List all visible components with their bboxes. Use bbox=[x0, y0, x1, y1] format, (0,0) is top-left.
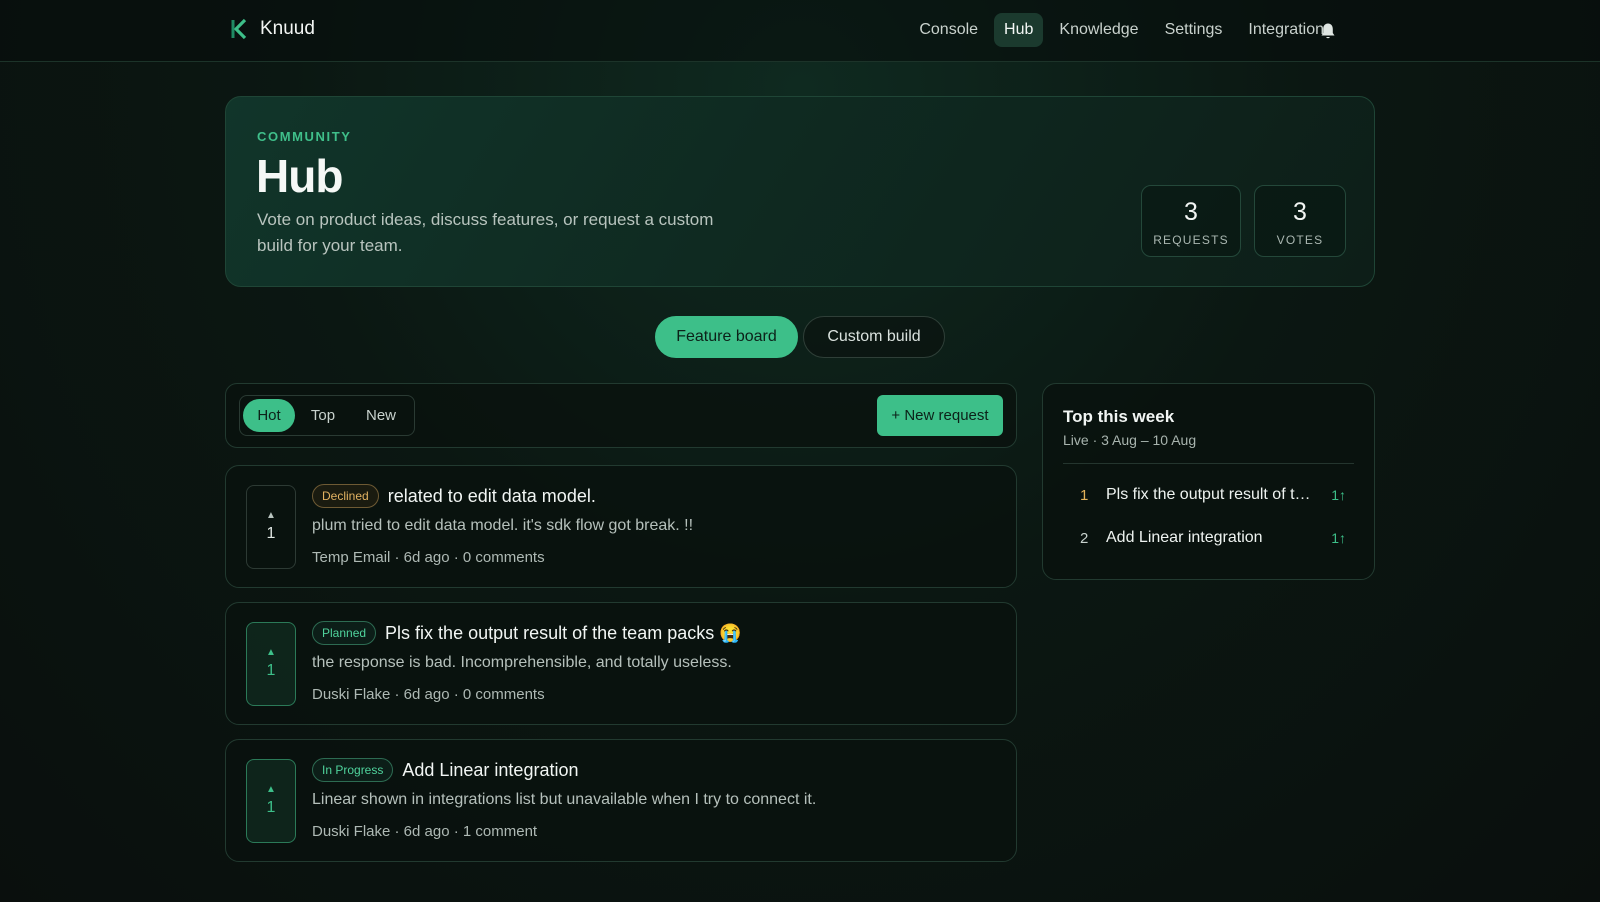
top-navigation-bar: Knuud Console Hub Knowledge Settings Int… bbox=[0, 0, 1600, 62]
request-meta: Temp Email · 6d ago · 0 comments bbox=[312, 549, 545, 566]
upvote-button[interactable]: ▲ 1 bbox=[246, 485, 296, 569]
nav-item-console[interactable]: Console bbox=[909, 13, 988, 47]
request-card[interactable]: ▲ 1 In Progress Add Linear integration L… bbox=[225, 739, 1017, 862]
brand-name: Knuud bbox=[260, 18, 315, 39]
feed-toolbar: Hot Top New + New request bbox=[225, 383, 1017, 448]
vote-count: 1 bbox=[266, 799, 276, 816]
panel-title: Top this week bbox=[1063, 407, 1175, 426]
request-meta: Duski Flake · 6d ago · 1 comment bbox=[312, 823, 538, 840]
top-this-week-panel: Top this week Live · 3 Aug – 10 Aug 1 Pl… bbox=[1042, 383, 1375, 580]
upvote-button[interactable]: ▲ 1 bbox=[246, 759, 296, 843]
sort-new[interactable]: New bbox=[353, 399, 409, 432]
rank-votes: 1↑ bbox=[1331, 487, 1346, 503]
sort-top[interactable]: Top bbox=[300, 399, 346, 432]
request-description: Linear shown in integrations list but un… bbox=[312, 791, 817, 808]
new-request-button[interactable]: + New request bbox=[877, 395, 1003, 436]
vote-count: 1 bbox=[266, 525, 276, 542]
request-description: plum tried to edit data model. it's sdk … bbox=[312, 517, 694, 534]
feature-board-tab[interactable]: Feature board bbox=[655, 316, 798, 358]
sort-segmented-control: Hot Top New bbox=[239, 395, 415, 436]
status-badge: In Progress bbox=[312, 758, 394, 782]
main-nav: Console Hub Knowledge Settings Integrati… bbox=[909, 13, 1342, 47]
status-badge: Declined bbox=[312, 484, 379, 508]
stat-requests-value: 3 bbox=[1184, 198, 1198, 226]
panel-subtitle: Live · 3 Aug – 10 Aug bbox=[1063, 432, 1197, 448]
page-title: Hub bbox=[256, 150, 343, 202]
brand[interactable]: Knuud bbox=[230, 18, 315, 40]
request-meta: Duski Flake · 6d ago · 0 comments bbox=[312, 686, 545, 703]
upvote-arrow-icon: ▲ bbox=[266, 784, 276, 795]
knuud-logo-icon bbox=[230, 18, 248, 40]
stat-votes-label: VOTES bbox=[1276, 233, 1324, 247]
nav-item-settings[interactable]: Settings bbox=[1155, 13, 1233, 47]
sort-hot[interactable]: Hot bbox=[243, 399, 295, 432]
stat-requests: 3 REQUESTS bbox=[1141, 185, 1241, 257]
divider bbox=[1063, 463, 1354, 464]
vote-count: 1 bbox=[266, 662, 276, 679]
request-title[interactable]: Pls fix the output result of the team pa… bbox=[385, 623, 742, 644]
custom-build-tab[interactable]: Custom build bbox=[803, 316, 945, 358]
hero-eyebrow: COMMUNITY bbox=[257, 129, 352, 144]
top-item[interactable]: 2 Add Linear integration 1↑ bbox=[1063, 521, 1354, 557]
rank-title: Add Linear integration bbox=[1106, 529, 1263, 546]
stat-requests-label: REQUESTS bbox=[1153, 233, 1229, 247]
nav-item-knowledge[interactable]: Knowledge bbox=[1049, 13, 1148, 47]
request-card[interactable]: ▲ 1 Declined related to edit data model.… bbox=[225, 465, 1017, 588]
upvote-arrow-icon: ▲ bbox=[266, 510, 276, 521]
status-badge: Planned bbox=[312, 621, 377, 645]
stat-votes: 3 VOTES bbox=[1254, 185, 1346, 257]
rank-number: 1 bbox=[1080, 487, 1089, 504]
request-header: Planned Pls fix the output result of the… bbox=[312, 621, 742, 645]
bell-icon[interactable] bbox=[1320, 22, 1336, 40]
request-header: Declined related to edit data model. bbox=[312, 484, 596, 508]
rank-votes: 1↑ bbox=[1331, 530, 1346, 546]
request-header: In Progress Add Linear integration bbox=[312, 758, 578, 782]
request-title[interactable]: Add Linear integration bbox=[402, 760, 578, 781]
rank-title: Pls fix the output result of th... bbox=[1106, 486, 1316, 503]
request-description: the response is bad. Incomprehensible, a… bbox=[312, 654, 732, 671]
rank-number: 2 bbox=[1080, 530, 1089, 547]
stat-votes-value: 3 bbox=[1293, 198, 1307, 226]
hub-hero: COMMUNITY Hub Vote on product ideas, dis… bbox=[225, 96, 1375, 287]
upvote-arrow-icon: ▲ bbox=[266, 647, 276, 658]
request-title[interactable]: related to edit data model. bbox=[388, 486, 596, 507]
top-item[interactable]: 1 Pls fix the output result of th... 1↑ bbox=[1063, 478, 1354, 514]
request-card[interactable]: ▲ 1 Planned Pls fix the output result of… bbox=[225, 602, 1017, 725]
hero-description: Vote on product ideas, discuss features,… bbox=[257, 210, 714, 255]
nav-item-hub[interactable]: Hub bbox=[994, 13, 1044, 47]
upvote-button[interactable]: ▲ 1 bbox=[246, 622, 296, 706]
